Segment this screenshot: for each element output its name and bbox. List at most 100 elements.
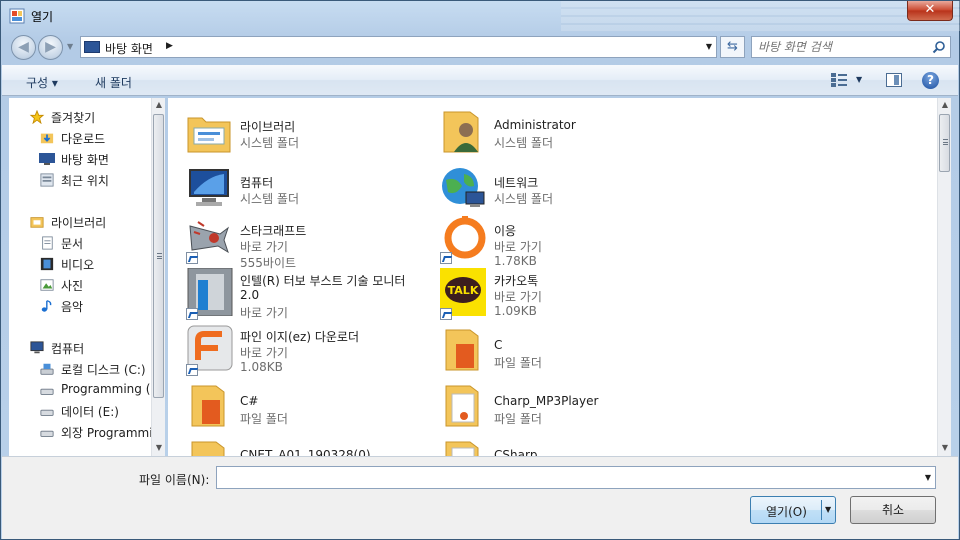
- breadcrumb-chevron-icon[interactable]: ▶: [166, 41, 173, 51]
- file-name-dropdown-icon[interactable]: ▼: [925, 473, 931, 482]
- file-name: 파인 이지(ez) 다운로더: [240, 330, 359, 344]
- nav-scrollbar[interactable]: ▲ ▼: [151, 98, 165, 456]
- back-button[interactable]: ◀: [11, 35, 36, 60]
- music-icon: [41, 300, 52, 312]
- command-bar: 구성 ▾ 새 폴더 ▼ ?: [2, 65, 958, 96]
- change-view-icon[interactable]: [831, 73, 847, 87]
- nav-label: 로컬 디스크 (C:): [61, 363, 146, 377]
- scroll-up-icon[interactable]: ▲: [152, 98, 166, 112]
- cancel-button[interactable]: 취소: [850, 496, 936, 524]
- list-item[interactable]: 네트워크 시스템 폴더: [422, 160, 672, 212]
- folder-icon: [191, 441, 225, 456]
- file-name: C#: [240, 394, 259, 408]
- nav-label: Programming (D: [61, 382, 151, 396]
- external-drive-icon: [40, 430, 54, 437]
- file-type: 바로 가기: [240, 240, 288, 254]
- forward-arrow-icon: ▶: [45, 39, 56, 55]
- user-folder-icon: [443, 111, 479, 153]
- nav-label: 사진: [61, 279, 84, 293]
- list-item[interactable]: C 파일 폴더: [422, 320, 672, 372]
- file-name: CSharp: [494, 448, 538, 456]
- address-dropdown-icon[interactable]: ▼: [706, 42, 712, 51]
- nav-label: 문서: [61, 237, 84, 251]
- file-name-combobox[interactable]: ▼: [216, 466, 936, 489]
- file-name: 라이브러리: [240, 120, 296, 134]
- new-folder-button[interactable]: 새 폴더: [95, 74, 132, 91]
- file-list: 라이브러리 시스템 폴더 Administrator 시스템 폴더 컴퓨터 시스…: [168, 98, 951, 456]
- shortcut-arrow-icon: [440, 308, 452, 320]
- nav-label: 라이브러리: [51, 216, 107, 230]
- list-item[interactable]: 스타크래프트 바로 가기 555바이트: [168, 208, 418, 270]
- file-size: 1.09KB: [494, 304, 537, 318]
- open-options-dropdown-icon[interactable]: ▼: [825, 505, 831, 514]
- recent-pages-dropdown-icon[interactable]: ▼: [67, 42, 73, 51]
- star-icon: [29, 110, 45, 124]
- close-button[interactable]: ✕: [907, 1, 953, 21]
- nav-label: 즐겨찾기: [51, 111, 96, 125]
- open-button[interactable]: 열기(O) ▼: [750, 496, 836, 524]
- drive-icon: [40, 388, 54, 395]
- search-input[interactable]: [758, 39, 923, 55]
- nav-label: 다운로드: [61, 132, 106, 146]
- shortcut-arrow-icon: [440, 252, 452, 264]
- desktop-icon: [84, 41, 100, 53]
- file-name-input[interactable]: [221, 470, 911, 486]
- pictures-icon: [40, 279, 54, 291]
- refresh-button[interactable]: ⇆: [720, 36, 745, 58]
- file-name: Administrator: [494, 118, 576, 132]
- view-dropdown-icon[interactable]: ▼: [856, 75, 862, 84]
- nav-label: 외장 Programmi: [61, 426, 151, 440]
- list-item[interactable]: TALK 카카오톡 바로 가기 1.09KB: [422, 264, 672, 320]
- list-item[interactable]: CSharp: [422, 432, 672, 456]
- forward-button[interactable]: ▶: [38, 35, 63, 60]
- shortcut-arrow-icon: [186, 252, 198, 264]
- list-item[interactable]: 컴퓨터 시스템 폴더: [168, 160, 418, 212]
- list-item[interactable]: 이응 바로 가기 1.78KB: [422, 208, 672, 268]
- network-icon: [442, 168, 485, 207]
- scroll-down-icon[interactable]: ▼: [152, 441, 166, 455]
- scroll-up-icon[interactable]: ▲: [938, 98, 951, 112]
- search-box[interactable]: [751, 36, 951, 58]
- folder-icon: [445, 441, 479, 456]
- scroll-thumb[interactable]: [939, 114, 950, 172]
- system-drive-icon: [40, 363, 54, 375]
- file-type: 바로 가기: [494, 290, 542, 304]
- window-title: 열기: [31, 10, 54, 24]
- list-item[interactable]: Administrator 시스템 폴더: [422, 104, 672, 156]
- file-type: 바로 가기: [494, 240, 542, 254]
- nav-label: 컴퓨터: [51, 342, 85, 356]
- computer-icon: [189, 169, 229, 206]
- scroll-down-icon[interactable]: ▼: [938, 441, 951, 455]
- file-name: C: [494, 338, 503, 352]
- breadcrumb-desktop[interactable]: 바탕 화면: [105, 40, 153, 57]
- library-icon: [187, 117, 231, 153]
- downloads-folder-icon: [40, 133, 54, 144]
- list-item[interactable]: 라이브러리 시스템 폴더: [168, 104, 418, 156]
- list-item[interactable]: 인텔(R) 터보 부스트 기술 모니터 2.0 바로 가기: [168, 264, 418, 320]
- file-name: 네트워크: [494, 176, 539, 190]
- scroll-thumb[interactable]: [153, 114, 164, 398]
- preview-pane-button[interactable]: [886, 73, 902, 87]
- title-bar[interactable]: 열기 ✕: [1, 1, 959, 31]
- file-type: 바로 가기: [240, 346, 288, 360]
- help-icon[interactable]: ?: [922, 72, 939, 89]
- list-item[interactable]: 파인 이지(ez) 다운로더 바로 가기 1.08KB: [168, 320, 418, 376]
- list-item[interactable]: C# 파일 폴더: [168, 376, 418, 428]
- dialog-footer: 파일 이름(N): ▼ 열기(O) ▼ 취소: [2, 456, 958, 539]
- open-file-dialog: 열기 ✕ ◀ ▶ ▼ 바탕 화면 ▶ ▼ ⇆ 구성 ▾ 새 폴더 ▼ ?: [0, 0, 960, 540]
- videos-icon: [40, 257, 54, 271]
- search-icon[interactable]: [932, 40, 946, 54]
- refresh-icon: ⇆: [727, 39, 738, 54]
- nav-label: 최근 위치: [61, 174, 109, 188]
- open-button-label: 열기(O): [766, 505, 807, 519]
- organize-button[interactable]: 구성 ▾: [26, 74, 58, 91]
- list-item[interactable]: Charp_MP3Player 파일 폴더: [422, 376, 672, 428]
- list-item[interactable]: CNET_A01_190328(0): [168, 432, 418, 456]
- file-list-scrollbar[interactable]: ▲ ▼: [937, 98, 951, 456]
- file-name: 스타크래프트: [240, 224, 307, 238]
- address-bar[interactable]: 바탕 화면 ▶ ▼: [80, 36, 717, 58]
- libraries-icon: [30, 217, 44, 228]
- file-type: 파일 폴더: [494, 412, 542, 426]
- file-name: Charp_MP3Player: [494, 394, 599, 408]
- documents-icon: [42, 236, 53, 250]
